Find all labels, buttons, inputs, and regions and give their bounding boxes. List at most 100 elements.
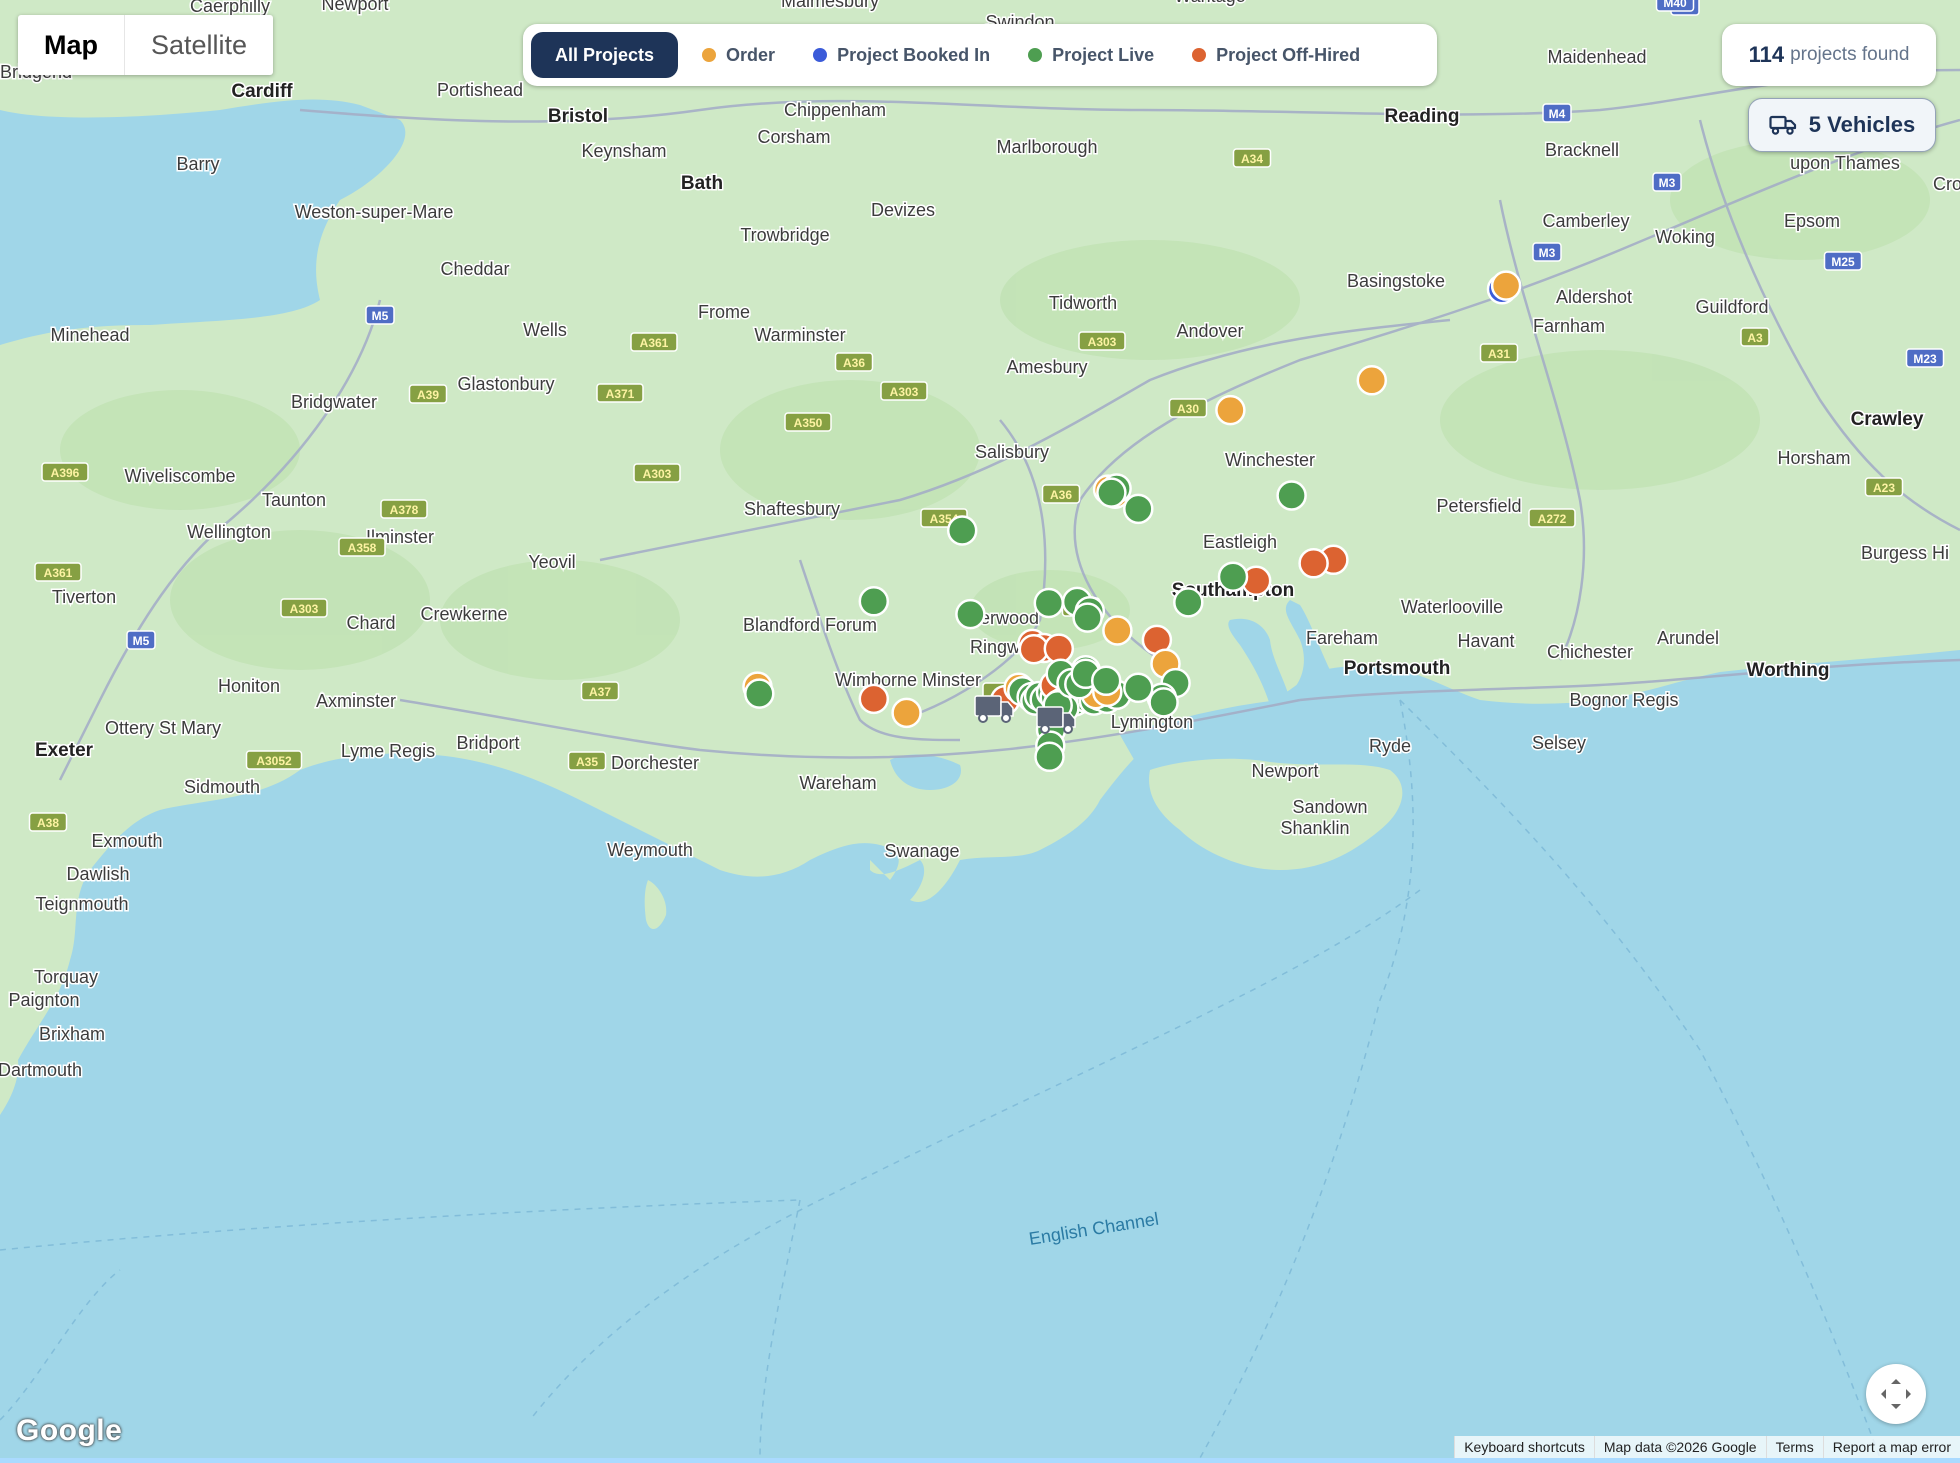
place-label: Shaftesbury bbox=[744, 499, 840, 519]
project-marker-order[interactable] bbox=[891, 697, 922, 729]
project-marker-offhired[interactable] bbox=[1043, 633, 1075, 664]
place-label: Selsey bbox=[1532, 733, 1586, 753]
svg-text:A378: A378 bbox=[390, 503, 419, 517]
place-label: Bristol bbox=[548, 106, 608, 127]
keyboard-shortcuts-link[interactable]: Keyboard shortcuts bbox=[1454, 1436, 1594, 1458]
place-label: Exeter bbox=[35, 740, 94, 761]
place-label: Tidworth bbox=[1049, 293, 1117, 313]
place-label: Caerphilly bbox=[190, 0, 270, 16]
project-marker-offhired[interactable] bbox=[1298, 548, 1329, 579]
place-label: Trowbridge bbox=[740, 225, 829, 245]
project-marker-order[interactable] bbox=[1102, 615, 1133, 646]
status-filter-bar[interactable]: All Projects Order Project Booked In Pro… bbox=[523, 24, 1437, 86]
place-label: Bath bbox=[681, 173, 723, 194]
place-label: Ottery St Mary bbox=[105, 718, 221, 738]
project-marker-live[interactable] bbox=[1123, 672, 1154, 704]
place-label: Basingstoke bbox=[1347, 271, 1445, 291]
project-marker-live[interactable] bbox=[1173, 587, 1204, 618]
place-label: Bridgwater bbox=[291, 392, 377, 412]
place-label: Woking bbox=[1655, 227, 1715, 247]
place-label: Maidenhead bbox=[1547, 47, 1646, 67]
svg-text:A303: A303 bbox=[643, 467, 672, 481]
place-label: Axminster bbox=[316, 691, 396, 711]
place-label: Exmouth bbox=[91, 831, 162, 851]
project-marker-order[interactable] bbox=[1215, 394, 1246, 426]
svg-text:A35: A35 bbox=[576, 755, 598, 769]
project-marker-offhired[interactable] bbox=[858, 683, 890, 715]
project-marker-live[interactable] bbox=[946, 515, 978, 546]
project-marker-live[interactable] bbox=[744, 678, 775, 709]
road-shield: M5 bbox=[365, 305, 395, 325]
place-label: Petersfield bbox=[1436, 496, 1521, 516]
filter-project-live[interactable]: Project Live bbox=[1014, 32, 1168, 78]
svg-text:A303: A303 bbox=[1088, 335, 1117, 349]
place-label: Torquay bbox=[34, 967, 98, 987]
place-label: Wiveliscombe bbox=[124, 466, 235, 486]
place-label: Paignton bbox=[8, 990, 79, 1010]
place-label: Malmesbury bbox=[781, 0, 879, 11]
project-marker-order[interactable] bbox=[1490, 270, 1522, 301]
svg-text:A3: A3 bbox=[1747, 331, 1763, 345]
road-shield: M5 bbox=[126, 630, 156, 650]
place-label: Warminster bbox=[754, 325, 845, 345]
place-label: Burgess Hi bbox=[1861, 543, 1949, 563]
map-type-satellite-button[interactable]: Satellite bbox=[124, 15, 273, 75]
place-label: Bridport bbox=[456, 733, 519, 753]
map-type-map-button[interactable]: Map bbox=[18, 15, 124, 75]
svg-text:M5: M5 bbox=[133, 634, 150, 648]
project-marker-live[interactable] bbox=[1033, 587, 1065, 619]
project-marker-live[interactable] bbox=[1034, 741, 1065, 773]
place-label: Cardiff bbox=[231, 81, 293, 102]
project-marker-live[interactable] bbox=[1096, 477, 1127, 508]
filter-order[interactable]: Order bbox=[688, 32, 789, 78]
report-map-error-link[interactable]: Report a map error bbox=[1822, 1436, 1960, 1458]
svg-text:M4: M4 bbox=[1549, 107, 1566, 121]
map-camera-control[interactable] bbox=[1866, 1364, 1926, 1424]
filter-label: Project Live bbox=[1052, 44, 1155, 65]
svg-text:M3: M3 bbox=[1659, 176, 1676, 190]
road-shield: A350 bbox=[784, 412, 832, 432]
map-type-control[interactable]: Map Satellite bbox=[18, 15, 274, 75]
map-canvas[interactable]: CaerphillyNewportMalmesburySwindonWantag… bbox=[0, 0, 1960, 1459]
vehicles-button[interactable]: 5 Vehicles bbox=[1748, 98, 1936, 152]
place-label: Sandown bbox=[1292, 797, 1367, 817]
project-marker-live[interactable] bbox=[1148, 687, 1179, 718]
project-marker-live[interactable] bbox=[1072, 602, 1103, 633]
road-shield: A396 bbox=[41, 462, 89, 482]
project-marker-live[interactable] bbox=[858, 586, 890, 617]
place-label: Crewkerne bbox=[420, 604, 507, 624]
filter-project-booked-in[interactable]: Project Booked In bbox=[799, 32, 1004, 78]
place-label: Eastleigh bbox=[1203, 532, 1277, 552]
place-label: Wareham bbox=[799, 773, 876, 793]
project-marker-live[interactable] bbox=[955, 598, 986, 630]
road-shield: A38 bbox=[28, 812, 68, 832]
svg-text:M23: M23 bbox=[1913, 352, 1937, 366]
place-label: Cheddar bbox=[440, 259, 509, 279]
project-marker-live[interactable] bbox=[1276, 480, 1307, 511]
place-label: Crawley bbox=[1851, 409, 1924, 430]
place-label: Guildford bbox=[1695, 297, 1768, 317]
place-label: Weymouth bbox=[607, 840, 693, 860]
project-marker-order[interactable] bbox=[1356, 365, 1388, 396]
place-label: Dartmouth bbox=[0, 1060, 82, 1080]
place-label: Frome bbox=[698, 302, 750, 322]
project-marker-live[interactable] bbox=[1217, 561, 1249, 592]
filter-project-off-hired[interactable]: Project Off-Hired bbox=[1178, 32, 1374, 78]
terms-link[interactable]: Terms bbox=[1765, 1436, 1823, 1458]
place-label: Weston-super-Mare bbox=[295, 202, 454, 222]
filter-all-projects[interactable]: All Projects bbox=[531, 32, 679, 78]
road-shield: A371 bbox=[596, 383, 644, 403]
road-shield: A36 bbox=[834, 352, 874, 372]
place-label: Waterlooville bbox=[1401, 597, 1503, 617]
road-shield: A30 bbox=[1168, 398, 1208, 418]
projects-count: 114 projects found bbox=[1722, 24, 1936, 86]
place-label: Lymington bbox=[1111, 712, 1193, 732]
place-label: Epsom bbox=[1784, 211, 1840, 231]
road-shield: A303 bbox=[633, 463, 681, 483]
place-label: Worthing bbox=[1746, 660, 1829, 681]
road-shield: M40 bbox=[1655, 0, 1695, 12]
project-marker-live[interactable] bbox=[1090, 665, 1122, 697]
project-marker-live[interactable] bbox=[1123, 493, 1154, 525]
place-label: Chard bbox=[346, 613, 395, 633]
svg-text:A30: A30 bbox=[1177, 402, 1199, 416]
